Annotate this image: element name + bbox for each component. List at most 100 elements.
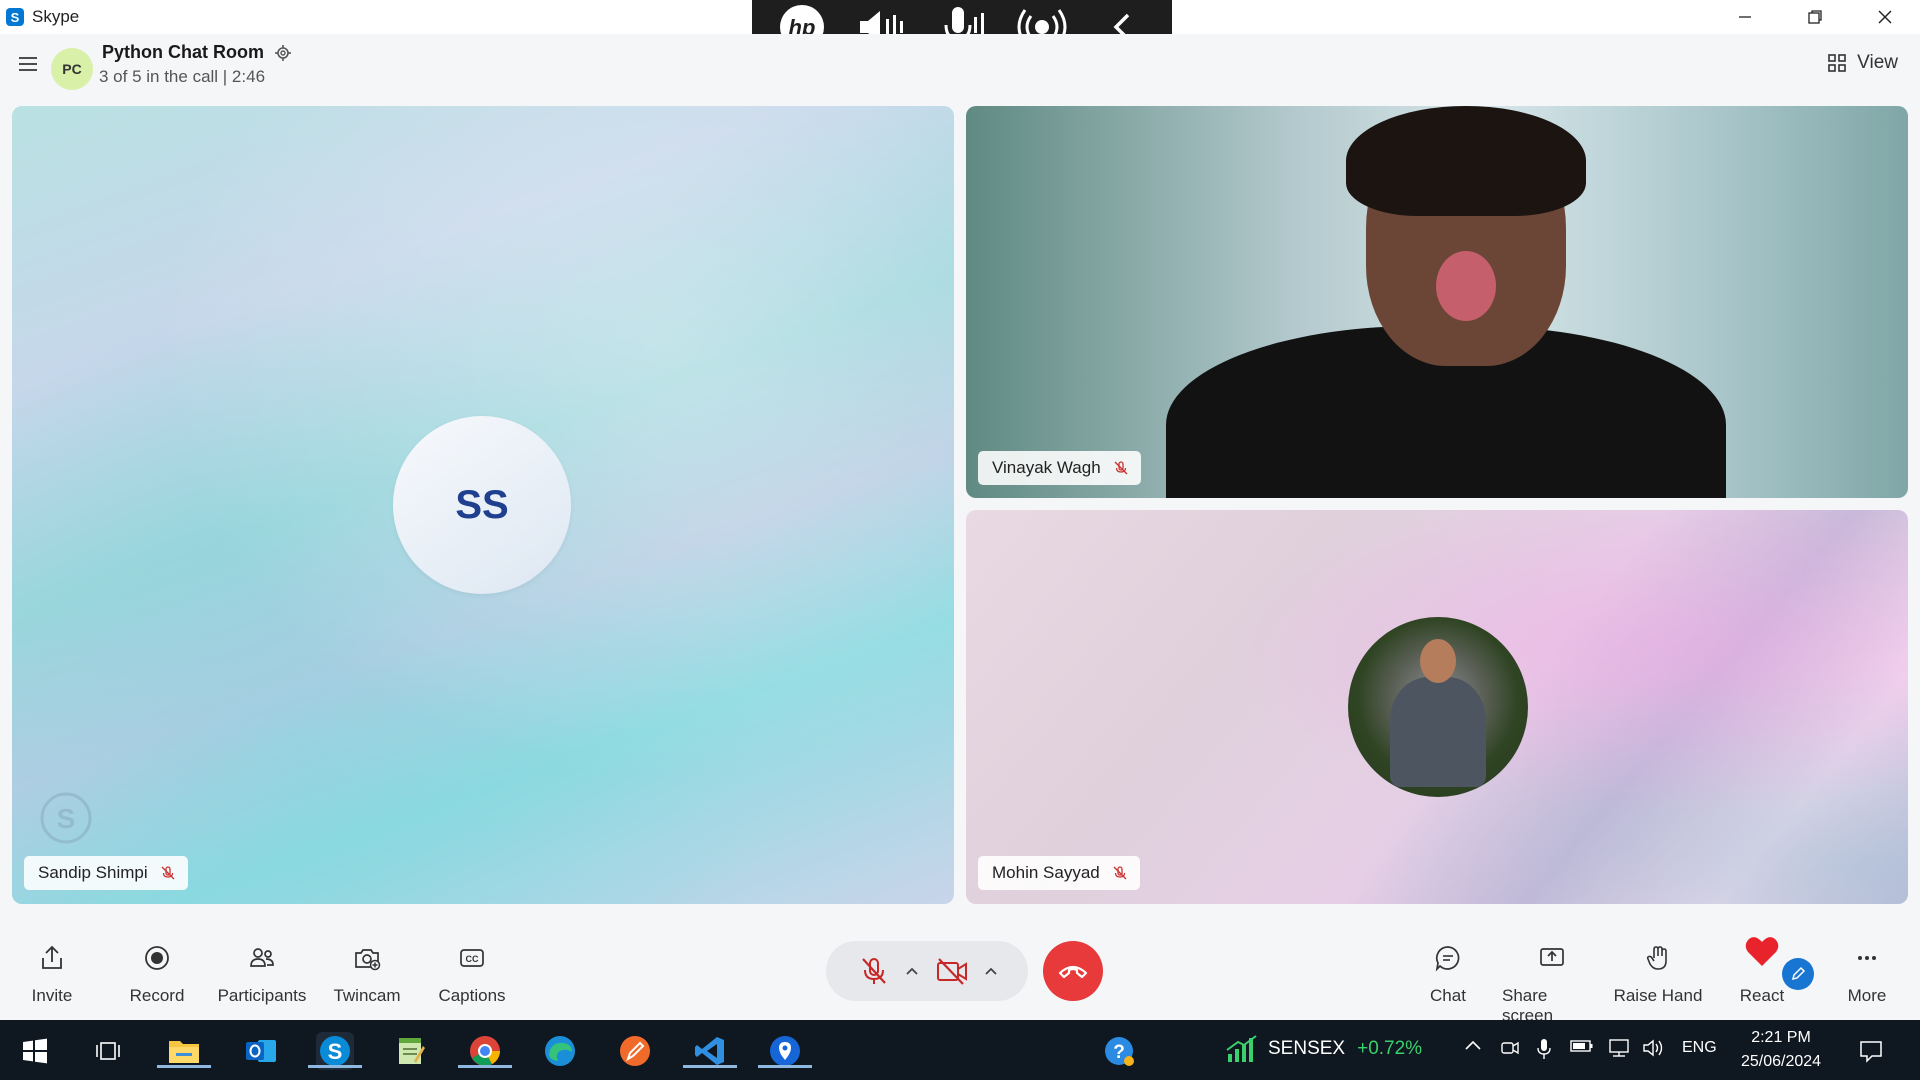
raise-hand-icon [1646,946,1667,970]
participants-button[interactable]: Participants [212,942,312,1006]
gear-icon[interactable] [274,44,292,62]
camera-toggle-button[interactable] [934,953,970,989]
show-hidden-icons-button[interactable] [1464,1038,1482,1057]
file-explorer-button[interactable] [157,1032,211,1070]
avatar-figure-body [1390,677,1486,787]
participants-label: Participants [217,986,307,1005]
chat-label: Chat [1430,986,1466,1005]
record-label: Record [129,986,185,1005]
clock-date: 25/06/2024 [1740,1053,1822,1070]
window-controls [1710,0,1920,34]
more-button[interactable]: More [1817,942,1917,1006]
ethernet-network-icon [1609,1039,1629,1057]
close-button[interactable] [1850,0,1920,34]
edge-icon [545,1036,575,1066]
participant-name: Vinayak Wagh [992,458,1101,477]
invite-label: Invite [31,986,73,1005]
task-view-icon [96,1042,120,1060]
pen-app-icon [620,1036,650,1066]
video-person-mouth [1436,251,1496,321]
chat-button[interactable]: Chat [1398,942,1498,1006]
chrome-button[interactable] [458,1032,512,1070]
minimize-button[interactable] [1710,0,1780,34]
muted-mic-icon [1113,866,1127,880]
name-label-mohin: Mohin Sayyad [978,856,1140,890]
notepad-button[interactable] [391,1032,429,1070]
mute-microphone-button[interactable] [856,953,892,989]
more-label: More [1847,986,1887,1005]
twincam-button[interactable]: Twincam [317,942,417,1006]
network-button[interactable] [1607,1038,1631,1063]
record-button[interactable]: Record [107,942,207,1006]
active-app-indicator [683,1065,737,1068]
more-ellipsis-icon [1858,956,1876,960]
sensex-widget[interactable]: SENSEX +0.72% [1224,1034,1422,1064]
active-app-indicator [308,1065,362,1068]
share-screen-icon [1540,948,1564,966]
participant-name: Sandip Shimpi [38,863,148,882]
mic-off-icon [862,958,886,984]
react-edit-button[interactable] [1782,958,1814,990]
group-avatar[interactable]: PC [51,48,93,90]
end-call-button[interactable] [1043,941,1103,1001]
participant-tile-sandip[interactable]: SS S Sandip Shimpi [12,106,954,904]
map-pin-icon [770,1036,800,1066]
participants-icon [250,948,274,967]
heart-icon[interactable] [1744,934,1780,970]
skype-icon: S [320,1036,350,1066]
muted-mic-icon [161,866,175,880]
chat-bubble-icon [1435,946,1460,972]
camera-off-icon [937,958,967,985]
captions-button[interactable]: CC Captions [422,942,522,1006]
participant-tile-vinayak[interactable]: Vinayak Wagh [966,106,1908,498]
skype-taskbar-button[interactable]: S [308,1032,362,1070]
battery-icon [1570,1040,1593,1052]
view-label: View [1857,52,1898,73]
hamburger-menu-icon[interactable] [16,52,40,76]
room-title[interactable]: Python Chat Room [102,42,264,63]
participant-name: Mohin Sayyad [992,863,1100,882]
microphone-icon [1537,1039,1551,1059]
microphone-in-use-button[interactable] [1536,1038,1552,1065]
name-label-sandip: Sandip Shimpi [24,856,188,890]
task-view-button[interactable] [89,1032,127,1070]
chevron-up-icon [1465,1040,1481,1050]
captions-label: Captions [438,986,506,1005]
name-label-vinayak: Vinayak Wagh [978,451,1141,485]
meet-now-icon [1501,1041,1519,1055]
participant-photo-avatar [1348,617,1528,797]
raise-hand-button[interactable]: Raise Hand [1608,942,1708,1006]
maps-button[interactable] [758,1032,812,1070]
participant-tile-mohin[interactable]: Mohin Sayyad [966,510,1908,904]
meet-now-button[interactable] [1500,1038,1520,1063]
language-indicator[interactable]: ENG [1682,1039,1717,1057]
skype-watermark-icon: S [40,792,92,844]
app-title: Skype [32,7,80,26]
audio-options-button[interactable] [902,959,922,983]
share-upload-icon [42,945,62,969]
participant-initials-avatar: SS [393,416,571,594]
notepad-icon [399,1038,425,1064]
pen-app-button[interactable] [616,1032,654,1070]
share-screen-button[interactable]: Share screen [1502,942,1602,1026]
folder-icon [169,1041,199,1063]
react-label: React [1739,986,1785,1005]
edge-button[interactable] [541,1032,579,1070]
notifications-button[interactable] [1852,1032,1890,1070]
windows-start-button[interactable] [16,1032,54,1070]
vscode-button[interactable] [683,1032,737,1070]
video-options-button[interactable] [981,959,1001,983]
help-question-icon: ? [1105,1037,1134,1066]
volume-button[interactable] [1642,1038,1666,1063]
avatar-figure-face [1420,639,1456,683]
twincam-label: Twincam [333,986,401,1005]
sensex-change: +0.72% [1357,1038,1423,1059]
restore-button[interactable] [1780,0,1850,34]
battery-button[interactable] [1570,1038,1594,1059]
view-button[interactable]: View [1827,52,1898,74]
outlook-button[interactable] [242,1032,280,1070]
invite-button[interactable]: Invite [2,942,102,1006]
help-button[interactable]: ? [1101,1032,1139,1070]
chrome-icon [470,1036,500,1066]
system-clock[interactable]: 2:21 PM 25/06/2024 [1730,1026,1832,1074]
